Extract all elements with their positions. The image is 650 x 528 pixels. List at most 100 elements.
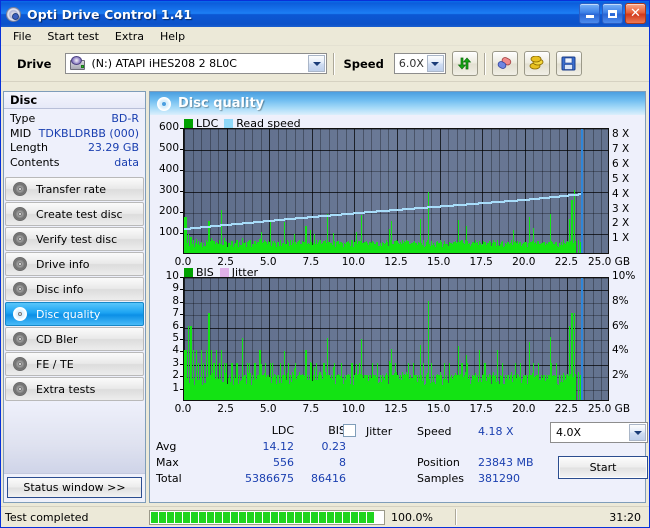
x-tick-label: 25.0 GB <box>587 403 631 415</box>
sidebar-item-transfer-rate[interactable]: Transfer rate <box>5 177 144 201</box>
sidebar-item-label: Extra tests <box>36 382 96 396</box>
grid-line-vertical <box>576 278 577 400</box>
sidebar-item-label: Transfer rate <box>36 182 107 196</box>
close-icon[interactable]: ✕ <box>625 3 646 24</box>
data-bar <box>575 241 576 253</box>
sidebar-item-verify-test-disc[interactable]: Verify test disc <box>5 227 144 251</box>
window-controls: ✕ <box>579 3 646 24</box>
grid-line-horizontal <box>184 340 608 341</box>
y-tick-mark <box>180 364 183 365</box>
panel-header: Disc quality <box>150 92 645 115</box>
progress-percent: 100.0% <box>391 510 433 524</box>
sidebar-item-disc-info[interactable]: Disc info <box>5 277 144 301</box>
progress-block <box>303 511 310 523</box>
sidebar-item-extra-tests[interactable]: Extra tests <box>5 377 144 401</box>
bis-plot-area <box>183 277 609 401</box>
y-tick-mark <box>180 302 183 303</box>
test-speed-select[interactable]: 4.0X <box>550 422 648 443</box>
disc-icon <box>13 257 27 271</box>
stats-total-bis: 86416 <box>311 472 346 485</box>
progress-block <box>359 511 366 523</box>
progress-block <box>319 511 326 523</box>
menu-start-test[interactable]: Start test <box>39 28 107 45</box>
y-tick-mark <box>180 149 183 150</box>
start-button[interactable]: Start <box>558 456 648 479</box>
progress-block <box>151 511 158 523</box>
minimize-icon[interactable] <box>579 3 600 24</box>
drive-select[interactable]: (N:) ATAPI iHES208 2 8L0C <box>65 53 328 74</box>
disc-info-key: MID <box>10 126 32 140</box>
stats-avg-bis: 0.23 <box>321 440 347 453</box>
y-tick-mark <box>180 376 183 377</box>
y-tick-mark <box>180 314 183 315</box>
menu-file[interactable]: File <box>5 28 39 45</box>
y-tick-label: 100 <box>158 226 179 238</box>
progress-block <box>255 511 262 523</box>
chevron-down-icon[interactable] <box>308 55 326 72</box>
test-speed-value: 4.0X <box>556 426 582 439</box>
chevron-down-icon[interactable] <box>629 424 646 441</box>
grid-line-horizontal <box>184 328 608 329</box>
y-tick-mark <box>180 277 183 278</box>
sidebar-item-disc-quality[interactable]: Disc quality <box>5 302 144 326</box>
sidebar-item-label: FE / TE <box>36 357 74 371</box>
refresh-button[interactable] <box>451 51 478 76</box>
jitter-checkbox[interactable] <box>343 424 356 437</box>
menu-extra[interactable]: Extra <box>107 28 152 45</box>
data-bar <box>575 374 576 400</box>
eraser-button[interactable] <box>491 51 518 76</box>
progress-block <box>279 511 286 523</box>
grid-line-horizontal <box>184 192 608 193</box>
sidebar-item-cd-bler[interactable]: CD Bler <box>5 327 144 351</box>
progress-block <box>175 511 182 523</box>
status-window-button[interactable]: Status window >> <box>7 477 142 498</box>
sidebar-item-drive-info[interactable]: Drive info <box>5 252 144 276</box>
y-tick-mark <box>180 339 183 340</box>
menu-help[interactable]: Help <box>152 28 193 45</box>
progress-block <box>327 511 334 523</box>
save-button[interactable] <box>555 51 582 76</box>
speed-stat-value: 4.18 X <box>478 425 514 438</box>
sidebar-spacer <box>4 402 145 473</box>
disc-info-row-contents: Contents data <box>10 156 139 171</box>
progress-block <box>263 511 270 523</box>
eraser-icon <box>498 57 512 69</box>
disc-info-row-mid: MID TDKBLDRBB (000) <box>10 127 139 142</box>
stats-area: LDC BIS Avg 14.12 0.23 Max 556 8 Total 5… <box>150 422 648 502</box>
disc-info-key: Length <box>10 141 48 154</box>
y-tick-label: 10 <box>165 270 179 282</box>
body-area: Disc Type BD-R MID TDKBLDRBB (000) Lengt… <box>1 90 649 505</box>
y-tick-label: 3 <box>172 357 179 369</box>
stats-row-label-max: Max <box>156 456 179 469</box>
app-window: Opti Drive Control 1.41 ✕ File Start tes… <box>0 0 650 528</box>
y2-tick-label: 6 X <box>612 158 630 170</box>
drive-toolbar: Drive (N:) ATAPI iHES208 2 8L0C Speed 6.… <box>1 46 649 82</box>
speed-select[interactable]: 6.0X <box>393 53 446 74</box>
coins-icon <box>529 56 544 70</box>
y2-tick-label: 2 X <box>612 217 630 229</box>
chevron-down-icon[interactable] <box>426 55 444 72</box>
disc-icon <box>13 232 27 246</box>
progress-block <box>343 511 350 523</box>
toolbar-separator <box>333 52 336 75</box>
progress-block <box>191 511 198 523</box>
coins-button[interactable] <box>523 51 550 76</box>
sidebar-item-create-test-disc[interactable]: Create test disc <box>5 202 144 226</box>
y-tick-label: 4 <box>172 344 179 356</box>
sidebar-item-fe-te[interactable]: FE / TE <box>5 352 144 376</box>
y-tick-label: 6 <box>172 320 179 332</box>
speed-stat-label: Speed <box>417 425 452 438</box>
grid-line-vertical <box>584 278 585 400</box>
disc-info-list: Type BD-R MID TDKBLDRBB (000) Length 23.… <box>4 109 145 174</box>
disc-icon <box>13 332 27 346</box>
stats-total-ldc: 5386675 <box>245 472 294 485</box>
progress-bar <box>149 509 385 525</box>
app-disc-icon <box>6 6 22 22</box>
y-tick-label: 400 <box>158 163 179 175</box>
y-tick-label: 7 <box>172 307 179 319</box>
grid-line-horizontal <box>184 171 608 172</box>
maximize-icon[interactable] <box>602 3 623 24</box>
y-tick-label: 2 <box>172 369 179 381</box>
panel-title: Disc quality <box>178 96 265 111</box>
stats-row-label-total: Total <box>156 472 182 485</box>
